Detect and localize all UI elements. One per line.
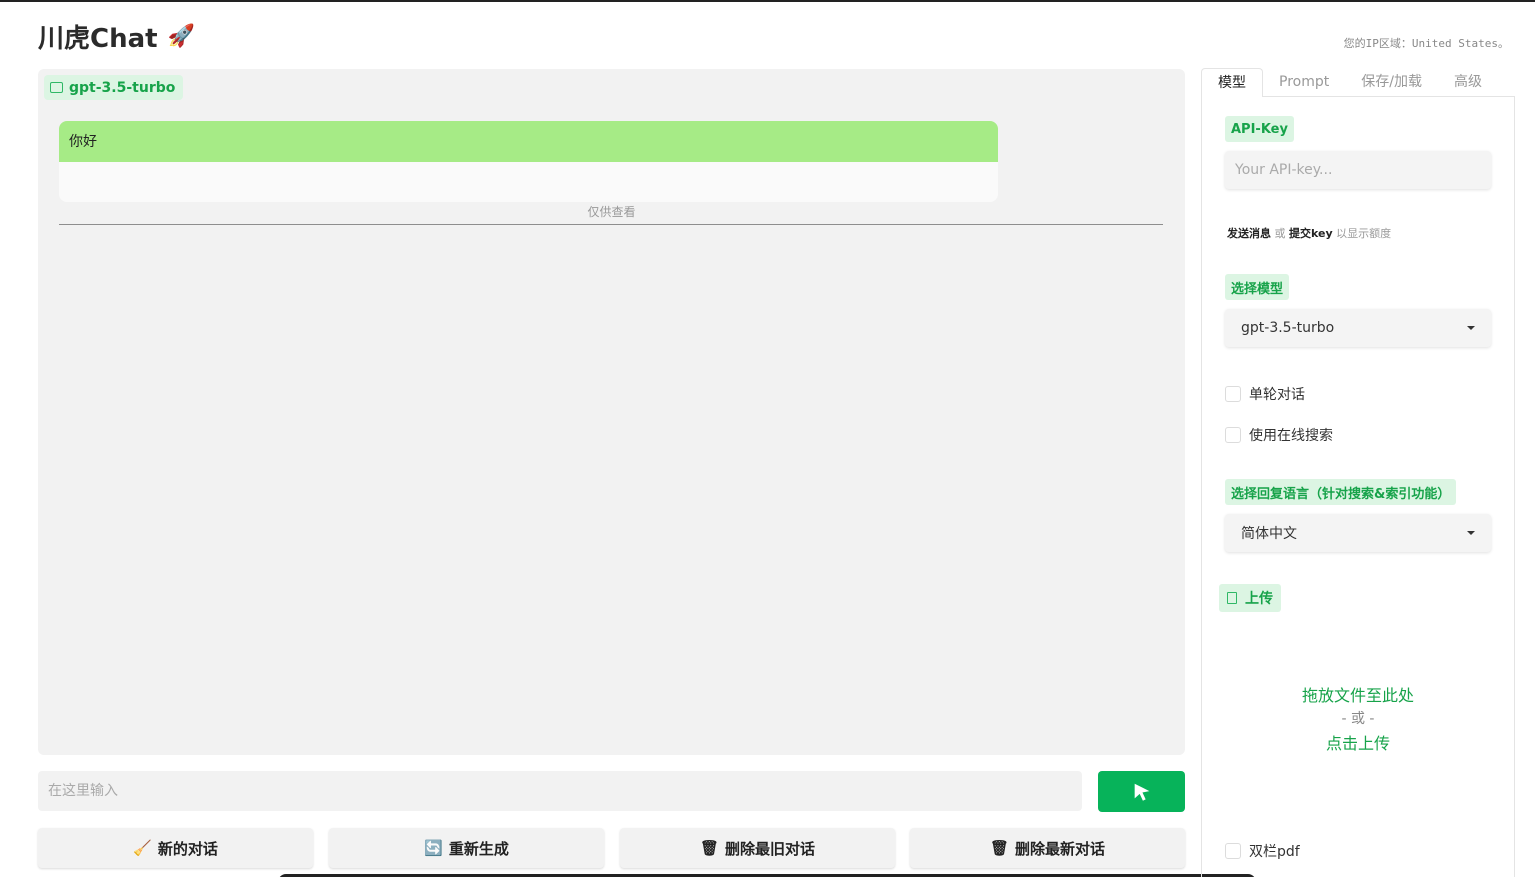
new-chat-button[interactable]: 🧹 新的对话: [38, 828, 313, 868]
model-select-label: 选择模型: [1225, 274, 1290, 300]
regenerate-label: 重新生成: [448, 839, 509, 858]
upload-label: 上传: [1219, 584, 1281, 612]
online-search-toggle[interactable]: 使用在线搜索: [1225, 425, 1333, 445]
assistant-message: [59, 162, 998, 202]
delete-oldest-label: 删除最旧对话: [725, 839, 816, 858]
sidebar-tabs: 模型 Prompt 保存/加载 高级: [1201, 68, 1515, 97]
broom-icon: 🧹: [133, 839, 152, 857]
drop-or: - 或 -: [1341, 711, 1375, 727]
api-key-input[interactable]: [1225, 151, 1491, 189]
hint-submit-key: 提交key: [1289, 227, 1333, 240]
delete-latest-label: 删除最新对话: [1015, 839, 1106, 858]
two-column-pdf-toggle[interactable]: 双栏pdf: [1225, 841, 1300, 861]
new-chat-label: 新的对话: [157, 839, 218, 858]
chat-divider: [59, 224, 1163, 225]
chevron-down-icon: [1467, 326, 1475, 330]
single-turn-label: 单轮对话: [1249, 387, 1305, 403]
online-search-checkbox[interactable]: [1225, 427, 1241, 443]
app-title: 川虎Chat 🚀: [38, 18, 195, 55]
hint-send-message: 发送消息: [1227, 227, 1271, 240]
send-button[interactable]: [1098, 771, 1185, 812]
send-icon: [1134, 783, 1149, 801]
chat-panel: gpt-3.5-turbo 你好 仅供查看: [38, 69, 1185, 755]
tab-model[interactable]: 模型: [1201, 68, 1263, 97]
view-only-label: 仅供查看: [587, 205, 636, 219]
two-column-pdf-checkbox[interactable]: [1225, 843, 1241, 859]
api-key-field[interactable]: [1225, 151, 1491, 189]
api-key-label: API-Key: [1225, 116, 1294, 142]
delete-oldest-button[interactable]: 🗑 删除最旧对话: [620, 828, 895, 868]
chevron-down-icon: [1467, 531, 1475, 535]
single-turn-checkbox[interactable]: [1225, 386, 1241, 402]
message-input[interactable]: [38, 771, 1082, 811]
hint-or: 或: [1271, 227, 1289, 240]
tab-prompt[interactable]: Prompt: [1263, 68, 1345, 97]
user-message: 你好: [59, 121, 998, 162]
file-drop-zone[interactable]: 拖放文件至此处 - 或 - 点击上传: [1219, 618, 1497, 818]
single-turn-toggle[interactable]: 单轮对话: [1225, 384, 1305, 404]
trash-icon: 🗑: [989, 839, 1010, 857]
click-upload[interactable]: 点击上传: [1326, 730, 1390, 754]
app-title-text: 川虎Chat: [38, 24, 158, 54]
refresh-icon: 🔄: [424, 839, 443, 857]
online-search-label: 使用在线搜索: [1249, 428, 1333, 444]
hint-show-quota: 以显示额度: [1332, 227, 1392, 240]
file-icon: [1227, 592, 1237, 604]
model-badge: gpt-3.5-turbo: [44, 75, 184, 100]
regenerate-button[interactable]: 🔄 重新生成: [329, 828, 604, 868]
tab-save-load[interactable]: 保存/加载: [1345, 68, 1438, 97]
two-column-pdf-label: 双栏pdf: [1249, 844, 1300, 860]
ip-region-info: 您的IP区域：United States。: [1343, 37, 1509, 50]
rocket-icon: 🚀: [167, 24, 195, 49]
language-select-value: 简体中文: [1241, 526, 1297, 542]
language-select[interactable]: 简体中文: [1225, 514, 1491, 552]
drop-text: 拖放文件至此处: [1301, 686, 1414, 705]
chat-bubble-icon: [50, 82, 63, 93]
model-select[interactable]: gpt-3.5-turbo: [1225, 309, 1491, 347]
trash-icon: 🗑: [699, 839, 720, 857]
model-select-value: gpt-3.5-turbo: [1241, 320, 1335, 336]
language-select-label: 选择回复语言（针对搜索&索引功能）: [1225, 479, 1457, 505]
model-badge-label: gpt-3.5-turbo: [69, 79, 176, 96]
delete-latest-button[interactable]: 🗑 删除最新对话: [910, 828, 1185, 868]
tab-advanced[interactable]: 高级: [1438, 68, 1498, 97]
usage-hint: 发送消息 或 提交key 以显示额度: [1227, 225, 1391, 241]
upload-label-text: 上传: [1245, 591, 1273, 607]
